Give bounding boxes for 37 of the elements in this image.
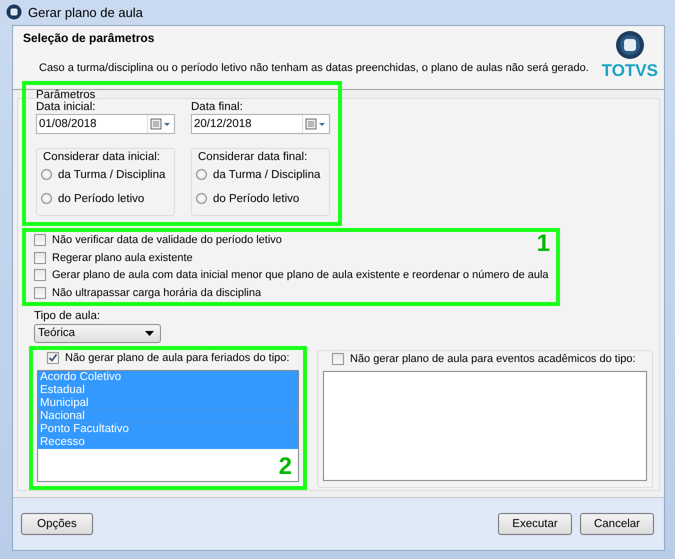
- date-field[interactable]: 20/12/2018: [191, 114, 330, 134]
- logo-icon: [614, 30, 645, 60]
- field-label: Data final:: [191, 100, 244, 112]
- events-checkbox[interactable]: Não gerar plano de aula para eventos acadêmicos do tipo:: [332, 350, 636, 368]
- caret-icon: [145, 330, 154, 336]
- checkbox-option[interactable]: Regerar plano aula existente: [34, 249, 193, 266]
- dialog-button[interactable]: Executar: [498, 513, 572, 535]
- radio-option[interactable]: do Período letivo: [196, 186, 300, 210]
- dialog-button[interactable]: Cancelar: [580, 513, 654, 535]
- field-label: Data inicial:: [36, 100, 96, 112]
- checkbox[interactable]: [34, 269, 46, 282]
- app-icon: [6, 4, 22, 20]
- checkbox[interactable]: [47, 352, 59, 364]
- checkbox[interactable]: [34, 286, 46, 299]
- checkbox-option[interactable]: Não ultrapassar carga horária da disciplina: [34, 284, 262, 302]
- annotation-number: 2: [278, 455, 292, 479]
- checkbox[interactable]: [34, 252, 46, 264]
- group-label: Considerar data inicial:: [41, 150, 162, 162]
- checkbox-option[interactable]: Não verificar data de validade do período letivo: [34, 232, 282, 249]
- lesson-type-dropdown[interactable]: Teórica: [34, 324, 161, 342]
- radio-option[interactable]: da Turma / Disciplina: [41, 162, 166, 186]
- field-label: Tipo de aula:: [34, 310, 102, 322]
- group-label: Considerar data final:: [196, 150, 310, 162]
- window-title: Gerar plano de aula: [28, 4, 143, 20]
- options-button[interactable]: Opções: [21, 513, 93, 535]
- logo-text: TOTVS: [602, 60, 658, 82]
- checkbox[interactable]: [34, 234, 46, 246]
- checkbox[interactable]: [332, 353, 344, 366]
- group-legend: Parâmetros: [36, 88, 330, 100]
- radio-option[interactable]: do Período letivo: [41, 186, 144, 210]
- section-title: Seleção de parâmetros: [23, 30, 156, 44]
- date-field[interactable]: 01/08/2018: [36, 114, 175, 134]
- description-text: Caso a turma/disciplina ou o período letivo não tenham as datas preenchidas, o plano de aulas não será gerado.: [39, 62, 589, 74]
- holidays-checkbox[interactable]: Não gerar plano de aula para feriados do tipo:: [47, 350, 290, 367]
- annotation-number: 1: [536, 232, 550, 256]
- radio-option[interactable]: da Turma / Disciplina: [196, 162, 320, 186]
- checkbox-option[interactable]: Gerar plano de aula com data inicial menor que plano de aula existente e reordenar o número de aula: [34, 266, 549, 284]
